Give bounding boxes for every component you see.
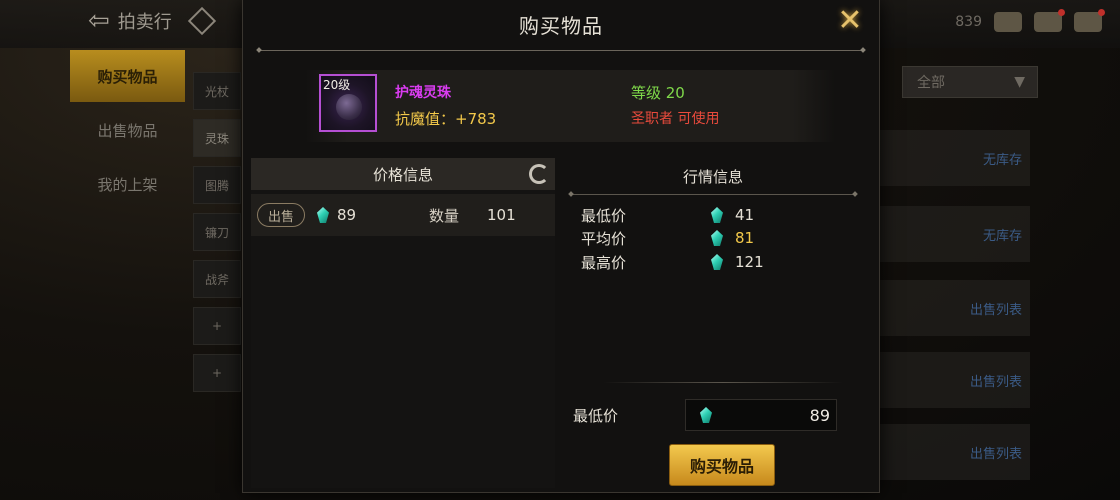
min-price-label: 最低价	[573, 406, 619, 425]
list-item[interactable]: 无库存	[880, 130, 1030, 186]
top-right-icons: 839	[955, 9, 1105, 32]
gem-icon	[317, 207, 329, 223]
back-button[interactable]: ⇦ 拍卖行	[88, 6, 216, 36]
dialog-title: 购买物品	[519, 13, 603, 38]
item-stat: 抗魔值：+783	[395, 110, 497, 128]
market-label: 最低价	[581, 206, 627, 225]
market-label: 最高价	[581, 253, 627, 272]
quantity-label: 数量	[429, 206, 460, 225]
refresh-icon[interactable]	[529, 164, 549, 184]
buy-item-dialog: 购买物品 ✕ 20级 护魂灵珠 抗魔值：+783 等级 20 圣职者 可使用 价…	[242, 0, 880, 493]
right-list: 全部 ▼ 无库存 无库存 出售列表 出售列表 出售列表	[880, 60, 1120, 500]
tab-category[interactable]: 灵珠	[193, 119, 241, 157]
notification-dot	[1098, 9, 1105, 16]
gem-icon	[711, 207, 723, 223]
min-price-field[interactable]: 89	[685, 399, 837, 431]
table-row[interactable]: 出售 89 数量 101	[251, 194, 555, 236]
list-item[interactable]: 出售列表	[880, 352, 1030, 408]
market-panel: 行情信息 最低价 41 平均价 81 最高价 121 最低价 89 购买物品	[563, 158, 863, 488]
gold-icon[interactable]	[994, 12, 1022, 32]
item-icon[interactable]: 20级	[319, 74, 377, 132]
market-row-highest: 最高价 121	[581, 251, 841, 273]
market-row-average: 平均价 81	[581, 227, 841, 249]
sell-badge: 出售	[257, 203, 305, 227]
divider	[259, 50, 863, 51]
item-class-requirement: 圣职者 可使用	[631, 111, 720, 127]
price-panel: 价格信息 出售 89 数量 101	[251, 158, 555, 488]
listing-price: 89	[337, 206, 357, 224]
list-item[interactable]: 出售列表	[880, 424, 1030, 480]
chevron-down-icon: ▼	[1014, 74, 1025, 90]
item-info: 20级 护魂灵珠 抗魔值：+783 等级 20 圣职者 可使用	[305, 70, 835, 142]
market-panel-title: 行情信息	[682, 167, 743, 186]
left-nav: 购买物品 出售物品 我的上架	[70, 50, 185, 212]
diamond-icon	[187, 6, 216, 36]
back-arrow-icon: ⇦	[88, 6, 110, 36]
min-price-row: 最低价 89	[573, 398, 863, 432]
divider	[603, 382, 843, 383]
filter-label: 全部	[917, 75, 945, 91]
gem-icon	[711, 254, 723, 270]
gem-icon	[700, 407, 712, 423]
tab-category[interactable]: 光杖	[193, 72, 241, 110]
close-icon[interactable]: ✕	[835, 6, 865, 36]
quantity-value: 101	[487, 206, 516, 224]
expand-plus-button[interactable]: +	[193, 354, 241, 392]
market-value: 121	[735, 253, 764, 271]
gem-icon	[711, 230, 723, 246]
nav-buy-items[interactable]: 购买物品	[70, 50, 185, 102]
tab-category[interactable]: 图腾	[193, 166, 241, 204]
nav-sell-items[interactable]: 出售物品	[70, 104, 185, 156]
currency-amount: 839	[955, 14, 982, 30]
list-item[interactable]: 无库存	[880, 206, 1030, 262]
price-panel-header: 价格信息	[251, 158, 555, 190]
min-price-value: 89	[809, 405, 830, 425]
chat-icon[interactable]	[1074, 9, 1105, 32]
market-value: 41	[735, 206, 755, 224]
price-panel-title: 价格信息	[372, 165, 433, 184]
filter-dropdown[interactable]: 全部 ▼	[902, 66, 1038, 98]
market-value: 81	[735, 229, 755, 247]
tab-category[interactable]: 镰刀	[193, 213, 241, 251]
item-level: 等级 20	[631, 84, 685, 102]
category-tabs: 光杖 灵珠 图腾 镰刀 战斧 + +	[193, 72, 241, 401]
notification-dot	[1058, 9, 1065, 16]
list-item[interactable]: 出售列表	[880, 280, 1030, 336]
item-name: 护魂灵珠	[395, 85, 451, 101]
market-label: 平均价	[581, 229, 627, 248]
mail-icon[interactable]	[1034, 9, 1065, 32]
market-row-lowest: 最低价 41	[581, 204, 841, 226]
buy-button[interactable]: 购买物品	[669, 444, 775, 486]
tab-category[interactable]: 战斧	[193, 260, 241, 298]
expand-plus-button[interactable]: +	[193, 307, 241, 345]
divider	[571, 194, 855, 195]
orb-icon	[336, 94, 362, 120]
nav-my-listings[interactable]: 我的上架	[70, 158, 185, 210]
back-label: 拍卖行	[117, 12, 172, 33]
item-level-badge: 20级	[323, 78, 351, 92]
